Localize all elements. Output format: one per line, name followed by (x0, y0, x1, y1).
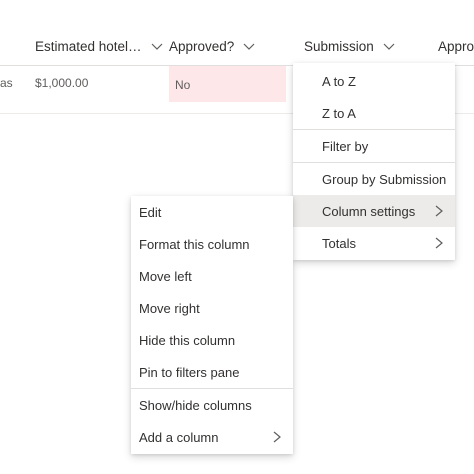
menu-item-hide-column[interactable]: Hide this column (131, 324, 293, 356)
column-settings-submenu: Edit Format this column Move left Move r… (131, 196, 293, 454)
menu-item-pin-to-filters[interactable]: Pin to filters pane (131, 356, 293, 388)
menu-item-label: Move left (139, 268, 192, 284)
cell-approved[interactable]: No (169, 66, 286, 102)
cell-estimated-hotel: $1,000.00 (35, 76, 89, 90)
menu-item-sort-a-to-z[interactable]: A to Z (293, 65, 455, 97)
column-header-submission[interactable]: Submission (304, 36, 396, 56)
submission-column-menu: A to Z Z to A Filter by Group by Submiss… (293, 63, 455, 260)
menu-item-column-settings[interactable]: Column settings (293, 195, 455, 227)
column-header-label: Approved? (169, 38, 235, 54)
column-header-label: Appro (438, 38, 474, 54)
column-header-approved[interactable]: Approved? (169, 36, 256, 56)
column-header-estimated-hotel[interactable]: Estimated hotel… (35, 36, 164, 56)
menu-item-group-by[interactable]: Group by Submission (293, 163, 455, 195)
chevron-right-icon (271, 430, 283, 444)
menu-item-format-column[interactable]: Format this column (131, 228, 293, 260)
menu-item-sort-z-to-a[interactable]: Z to A (293, 97, 455, 129)
menu-item-filter-by[interactable]: Filter by (293, 130, 455, 162)
cell-approved-value: No (175, 78, 191, 92)
menu-item-show-hide-columns[interactable]: Show/hide columns (131, 389, 293, 421)
menu-item-totals[interactable]: Totals (293, 227, 455, 259)
menu-item-label: Edit (139, 204, 162, 220)
menu-item-label: Format this column (139, 236, 250, 252)
menu-item-label: Column settings (322, 203, 416, 219)
menu-item-label: Add a column (139, 429, 219, 445)
chevron-down-icon (242, 39, 256, 53)
menu-item-move-left[interactable]: Move left (131, 260, 293, 292)
menu-item-label: Show/hide columns (139, 397, 252, 413)
menu-item-label: Hide this column (139, 332, 236, 348)
column-header-approval[interactable]: Appro (438, 36, 474, 56)
menu-item-add-column[interactable]: Add a column (131, 421, 293, 453)
column-header-label: Estimated hotel… (35, 38, 142, 54)
menu-item-label: Move right (139, 300, 200, 316)
chevron-right-icon (433, 236, 445, 250)
menu-item-label: Pin to filters pane (139, 364, 240, 380)
column-header-label: Submission (304, 38, 374, 54)
menu-item-label: Totals (322, 235, 356, 251)
menu-item-move-right[interactable]: Move right (131, 292, 293, 324)
list-header-row: Estimated hotel… Approved? Submission Ap… (0, 0, 474, 66)
menu-item-label: A to Z (322, 73, 356, 89)
chevron-down-icon (382, 39, 396, 53)
menu-item-label: Group by Submission (322, 171, 447, 187)
menu-item-label: Z to A (322, 105, 356, 121)
menu-item-edit[interactable]: Edit (131, 196, 293, 228)
chevron-right-icon (433, 204, 445, 218)
menu-item-label: Filter by (322, 138, 369, 154)
cell-left-fragment: as (0, 76, 13, 90)
chevron-down-icon (150, 39, 164, 53)
